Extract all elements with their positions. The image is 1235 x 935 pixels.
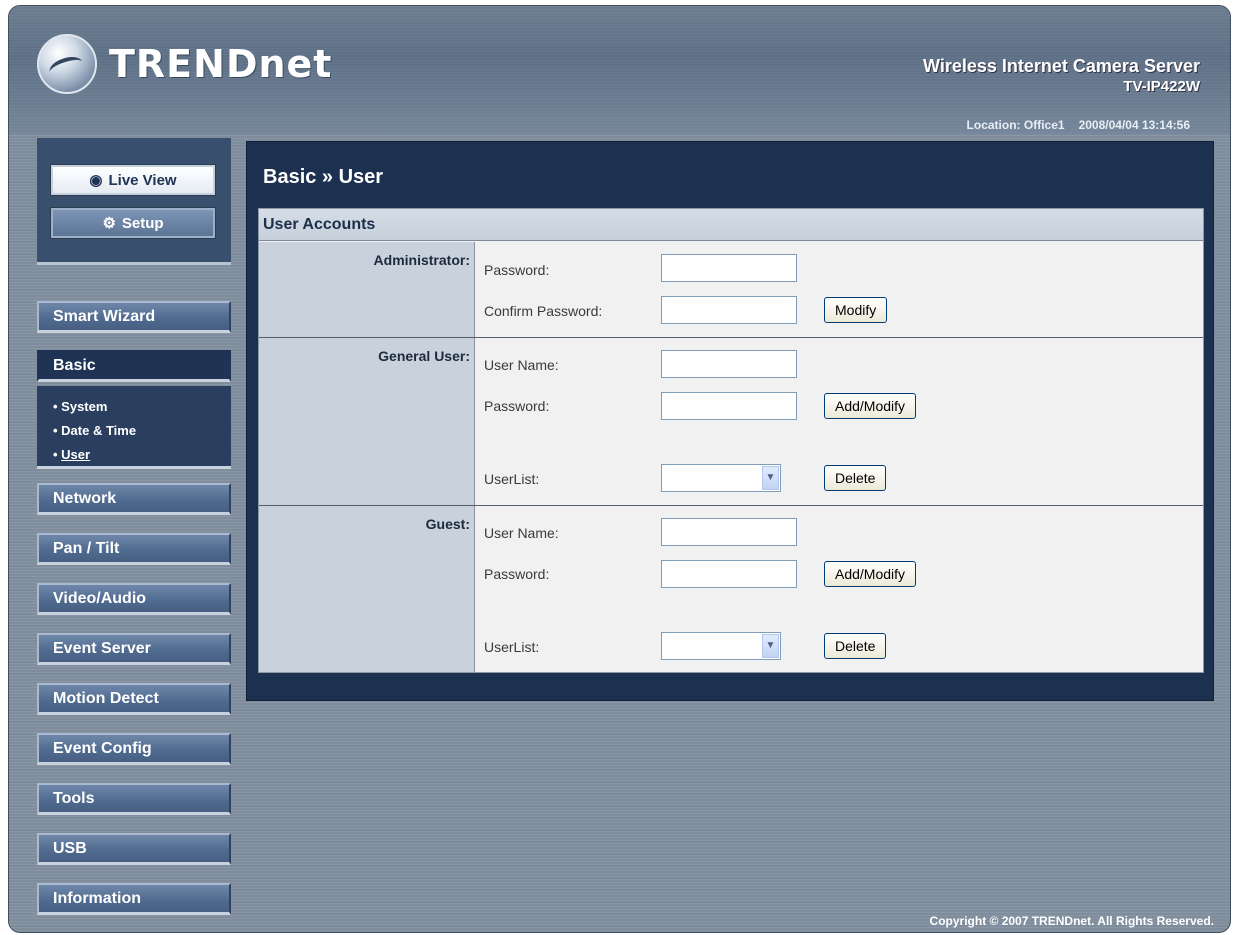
- logo-text: TRENDnet: [109, 42, 333, 86]
- header: TRENDnet Wireless Internet Camera Server…: [9, 6, 1230, 134]
- general-user-label: General User:: [378, 348, 470, 364]
- general-password-label: Password:: [484, 398, 550, 414]
- guest-password-label: Password:: [484, 566, 550, 582]
- admin-confirm-input[interactable]: [661, 296, 797, 324]
- administrator-label-cell: Administrator:: [259, 242, 475, 337]
- nav-information[interactable]: Information: [37, 883, 231, 915]
- product-name: Wireless Internet Camera Server: [923, 56, 1200, 76]
- live-view-button[interactable]: ◉ Live View: [50, 164, 216, 196]
- submenu-user[interactable]: • User: [53, 447, 90, 462]
- live-view-label: Live View: [108, 171, 177, 189]
- general-userlist-label: UserList:: [484, 471, 540, 487]
- general-userlist-select[interactable]: ▼: [661, 464, 781, 492]
- main-content: Basic » User User Accounts Administrator…: [246, 141, 1214, 701]
- gear-icon: ⚙: [102, 215, 116, 232]
- admin-password-label: Password:: [484, 262, 550, 278]
- panel-title: User Accounts: [259, 209, 1203, 241]
- view-mode-box: ◉ Live View ⚙ Setup: [37, 138, 231, 265]
- setup-button[interactable]: ⚙ Setup: [50, 207, 216, 239]
- nav-motion-detect[interactable]: Motion Detect: [37, 683, 231, 715]
- product-model: TV-IP422W: [1123, 78, 1200, 95]
- guest-label-cell: Guest:: [259, 506, 475, 672]
- nav-basic[interactable]: Basic: [37, 350, 231, 382]
- copyright-footer: Copyright © 2007 TRENDnet. All Rights Re…: [929, 914, 1214, 928]
- admin-confirm-label: Confirm Password:: [484, 303, 603, 319]
- nav-tools[interactable]: Tools: [37, 783, 231, 815]
- general-add-modify-button[interactable]: Add/Modify: [824, 393, 917, 419]
- datetime-text: 2008/04/04 13:14:56: [1078, 118, 1190, 132]
- submenu-date-time[interactable]: • Date & Time: [53, 423, 136, 438]
- nav-network[interactable]: Network: [37, 483, 231, 515]
- general-delete-button[interactable]: Delete: [824, 465, 887, 491]
- nav-video-audio[interactable]: Video/Audio: [37, 583, 231, 615]
- user-accounts-panel: User Accounts Administrator: Password: C…: [258, 208, 1204, 673]
- nav-pan-tilt[interactable]: Pan / Tilt: [37, 533, 231, 565]
- guest-add-modify-button[interactable]: Add/Modify: [824, 561, 917, 587]
- nav-event-config[interactable]: Event Config: [37, 733, 231, 765]
- guest-userlist-label: UserList:: [484, 639, 540, 655]
- general-password-input[interactable]: [661, 392, 797, 420]
- guest-delete-button[interactable]: Delete: [824, 633, 887, 659]
- admin-modify-button[interactable]: Modify: [824, 297, 888, 323]
- submenu-date-time-label: Date & Time: [61, 423, 137, 438]
- admin-password-input[interactable]: [661, 254, 797, 282]
- submenu-user-label: User: [61, 447, 91, 462]
- brand-logo: TRENDnet: [37, 34, 332, 94]
- status-bar: Location: Office1 2008/04/04 13:14:56: [967, 118, 1190, 132]
- setup-label: Setup: [121, 214, 164, 232]
- submenu-system[interactable]: • System: [53, 399, 107, 414]
- administrator-section: Administrator: Password: Confirm Passwor…: [259, 242, 1203, 338]
- general-user-label-cell: General User:: [259, 338, 475, 505]
- basic-submenu: • System • Date & Time • User: [37, 386, 231, 469]
- chevron-down-icon[interactable]: ▼: [762, 634, 779, 658]
- general-username-input[interactable]: [661, 350, 797, 378]
- general-username-label: User Name:: [484, 357, 559, 373]
- guest-label: Guest:: [425, 516, 470, 532]
- guest-userlist-select[interactable]: ▼: [661, 632, 781, 660]
- administrator-label: Administrator:: [373, 252, 470, 268]
- nav-usb[interactable]: USB: [37, 833, 231, 865]
- guest-section: Guest: User Name: Password: Add/Modify U…: [259, 506, 1203, 672]
- guest-username-label: User Name:: [484, 525, 559, 541]
- chevron-down-icon[interactable]: ▼: [762, 466, 779, 490]
- location-text: Location: Office1: [966, 118, 1065, 132]
- product-info: Wireless Internet Camera Server TV-IP422…: [923, 56, 1200, 95]
- eye-icon: ◉: [89, 172, 103, 189]
- logo-icon: [37, 34, 97, 94]
- general-user-section: General User: User Name: Password: Add/M…: [259, 338, 1203, 506]
- app-frame: TRENDnet Wireless Internet Camera Server…: [8, 5, 1231, 933]
- guest-username-input[interactable]: [661, 518, 797, 546]
- guest-password-input[interactable]: [661, 560, 797, 588]
- nav-smart-wizard[interactable]: Smart Wizard: [37, 301, 231, 333]
- submenu-system-label: System: [61, 399, 108, 414]
- nav-event-server[interactable]: Event Server: [37, 633, 231, 665]
- page-title: Basic » User: [263, 166, 384, 188]
